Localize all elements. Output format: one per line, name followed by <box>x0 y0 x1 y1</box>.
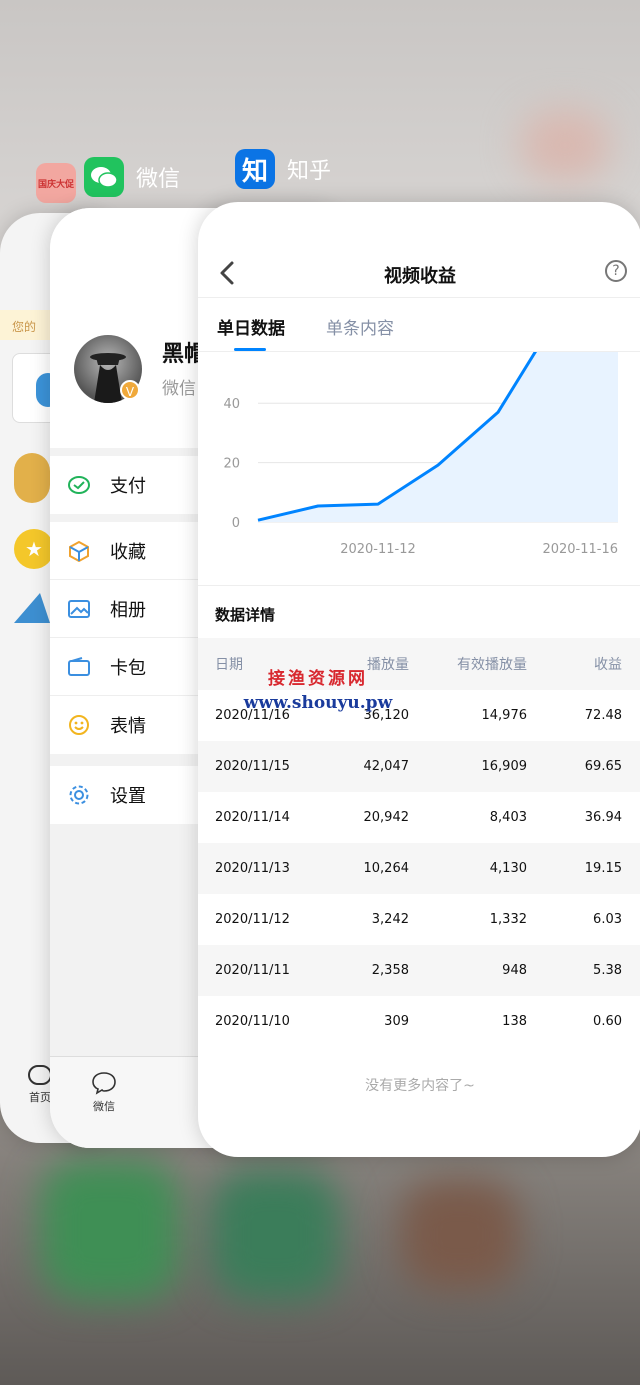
table-row: 2020/11/13 10,264 4,130 19.15 <box>198 843 640 894</box>
cell-date: 2020/11/13 <box>215 861 290 876</box>
cell-valid-plays: 138 <box>502 1014 527 1029</box>
app-name: 微信 <box>136 167 181 192</box>
cell-date: 2020/11/16 <box>215 708 290 723</box>
cell-valid-plays: 14,976 <box>481 708 528 723</box>
tab-single-content[interactable]: 单条内容 <box>326 314 394 339</box>
tab-label: 微信 <box>93 1100 115 1113</box>
cell-plays: 10,264 <box>363 861 410 876</box>
header-date: 日期 <box>215 657 243 673</box>
cell-date: 2020/11/12 <box>215 912 290 927</box>
cell-date: 2020/11/10 <box>215 1014 290 1029</box>
wallpaper-blob <box>40 1160 180 1300</box>
y-tick-label: 20 <box>223 457 240 472</box>
menu-item-label: 设置 <box>110 786 146 807</box>
table-row: 2020/11/12 3,242 1,332 6.03 <box>198 894 640 945</box>
zhihu-icon: 知 <box>235 149 275 189</box>
app-label-miniprogram[interactable]: 国庆大促 <box>36 163 76 203</box>
cell-earnings: 36.94 <box>584 810 622 825</box>
x-tick-label: 2020-11-16 <box>542 542 618 557</box>
nav-bar: 视频收益 ? <box>198 202 640 298</box>
album-icon <box>68 598 90 620</box>
menu-item-label: 表情 <box>110 716 146 737</box>
verified-badge-icon: V <box>120 380 140 400</box>
x-tick-label: 2020-11-12 <box>340 542 416 557</box>
cell-date: 2020/11/14 <box>215 810 290 825</box>
emoji-icon <box>68 714 90 736</box>
menu-item-label: 支付 <box>110 476 146 497</box>
table-header-row: 日期 播放量 有效播放量 收益 <box>198 638 640 690</box>
cell-valid-plays: 16,909 <box>481 759 528 774</box>
header-valid-plays: 有效播放量 <box>457 657 527 673</box>
cell-valid-plays: 8,403 <box>489 810 527 825</box>
home-tab-label: 首页 <box>29 1091 51 1104</box>
mountain-icon <box>14 593 50 623</box>
cell-plays: 20,942 <box>363 810 410 825</box>
page-title: 视频收益 <box>384 266 456 287</box>
settings-gear-icon <box>68 784 90 806</box>
header-earnings: 收益 <box>594 657 622 673</box>
cell-earnings: 69.65 <box>584 759 622 774</box>
tab-bar: 单日数据 单条内容 <box>198 298 640 352</box>
app-label-wechat[interactable]: 微信 <box>84 157 180 197</box>
menu-item-label: 相册 <box>110 599 146 621</box>
earnings-chart: 0 20 40 2020-11-12 2020-11-16 <box>198 352 640 586</box>
miniprogram-app-icon: 国庆大促 <box>36 163 76 203</box>
wallpaper-blob <box>210 1170 340 1300</box>
header-plays: 播放量 <box>367 657 409 673</box>
cell-valid-plays: 948 <box>502 963 527 978</box>
no-more-content-text: 没有更多内容了~ <box>365 1078 475 1094</box>
table-row: 2020/11/11 2,358 948 5.38 <box>198 945 640 996</box>
cell-plays: 36,120 <box>363 708 410 723</box>
zhihu-card[interactable]: 视频收益 ? 单日数据 单条内容 0 20 40 2020-11-12 2020-11-… <box>198 202 640 1157</box>
cell-plays: 42,047 <box>363 759 410 774</box>
cell-plays: 2,358 <box>371 963 409 978</box>
home-icon <box>28 1065 52 1085</box>
tab-chats[interactable]: 微信 <box>84 1071 124 1114</box>
menu-item-label: 卡包 <box>110 657 146 679</box>
cell-earnings: 0.60 <box>593 1014 622 1029</box>
star-icon: ★ <box>14 529 54 569</box>
cell-valid-plays: 4,130 <box>489 861 527 876</box>
home-tab[interactable]: 首页 <box>28 1065 52 1105</box>
area-fill <box>258 352 618 522</box>
table-row: 2020/11/16 36,120 14,976 72.48 <box>198 690 640 741</box>
cell-valid-plays: 1,332 <box>489 912 527 927</box>
table-row: 2020/11/14 20,942 8,403 36.94 <box>198 792 640 843</box>
cell-date: 2020/11/15 <box>215 759 290 774</box>
tab-daily-data[interactable]: 单日数据 <box>217 314 285 339</box>
y-tick-label: 0 <box>232 516 240 531</box>
cell-earnings: 19.15 <box>584 861 622 876</box>
cell-earnings: 5.38 <box>593 963 622 978</box>
active-tab-indicator <box>234 348 266 351</box>
menu-item-label: 收藏 <box>110 541 146 563</box>
cell-plays: 309 <box>384 1014 409 1029</box>
y-tick-label: 40 <box>223 397 240 412</box>
help-icon[interactable]: ? <box>605 260 627 282</box>
data-table: 日期 播放量 有效播放量 收益 2020/11/16 36,120 14,976 72… <box>198 638 640 1047</box>
cell-date: 2020/11/11 <box>215 963 290 978</box>
card-wallet-icon <box>68 656 90 678</box>
section-title: 数据详情 <box>215 606 276 624</box>
app-label-zhihu[interactable]: 知 知乎 <box>235 149 331 189</box>
cell-earnings: 72.48 <box>584 708 622 723</box>
cartoon-avatar <box>14 453 50 503</box>
wallpaper-blob <box>400 1180 520 1290</box>
wechat-pay-icon <box>68 474 90 496</box>
wechat-icon <box>84 157 124 197</box>
chat-bubble-icon <box>92 1072 116 1095</box>
wallpaper-blob <box>520 110 610 180</box>
table-row: 2020/11/10 309 138 0.60 <box>198 996 640 1047</box>
profile-subtitle: 微信 <box>162 379 196 399</box>
app-name: 知乎 <box>287 159 332 184</box>
earnings-area-chart: 0 20 40 2020-11-12 2020-11-16 <box>223 352 618 557</box>
favorites-cube-icon <box>68 540 90 562</box>
table-row: 2020/11/15 42,047 16,909 69.65 <box>198 741 640 792</box>
cell-plays: 3,242 <box>371 912 409 927</box>
cell-earnings: 6.03 <box>593 912 622 927</box>
